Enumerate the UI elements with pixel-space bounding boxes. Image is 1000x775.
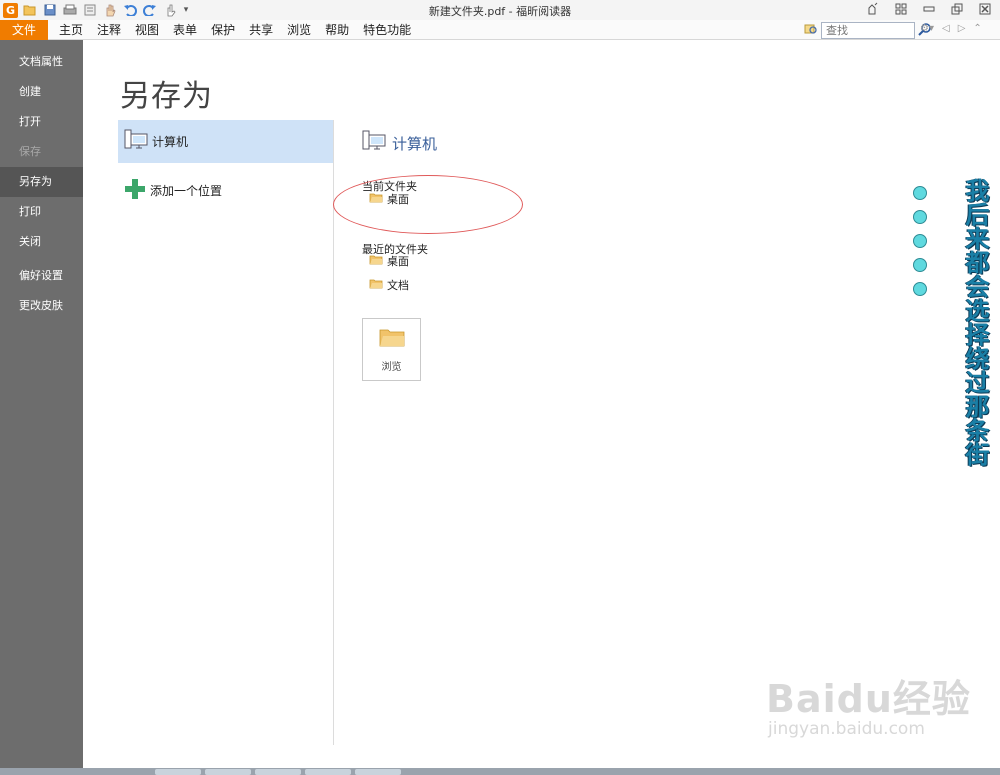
taskbar-button[interactable]: [305, 769, 351, 775]
baidu-watermark: Baidu经验 jingyan.baidu.com: [766, 668, 996, 739]
places-panel: 计算机 添加一个位置: [118, 120, 334, 745]
recent-folder-desktop[interactable]: 桌面: [362, 249, 409, 273]
sidebar-item-skin[interactable]: 更改皮肤: [0, 291, 83, 321]
minimize-icon[interactable]: [920, 1, 938, 17]
taskbar-button[interactable]: [355, 769, 401, 775]
add-place-button[interactable]: 添加一个位置: [118, 169, 333, 212]
recent-folder-name: 桌面: [387, 255, 409, 268]
computer-header-label: 计算机: [392, 134, 438, 153]
window-controls: [864, 1, 994, 17]
recent-folder-documents[interactable]: 文档: [362, 273, 409, 297]
taskbar-button[interactable]: [255, 769, 301, 775]
menu-home[interactable]: 主页: [52, 20, 90, 40]
watermark-main: Baidu经验: [766, 677, 971, 721]
window-title: 新建文件夹.pdf - 福昕阅读器: [428, 5, 572, 18]
recent-folders-list: 桌面 文档: [362, 249, 409, 297]
settings-dropdown-icon[interactable]: ⚙▾: [920, 23, 934, 34]
computer-icon: [124, 129, 148, 154]
find-options-icon[interactable]: [804, 21, 818, 40]
browse-label: 浏览: [381, 361, 402, 373]
title-bar: G ▾ 新建文件夹.pdf - 福昕阅读器: [0, 0, 1000, 20]
folders-panel: 计算机 当前文件夹 桌面 最近的文件夹 桌面 文档 浏览: [362, 128, 882, 381]
recent-folder-name: 文档: [387, 279, 409, 292]
next-icon[interactable]: ▷: [958, 23, 966, 34]
menu-form[interactable]: 表单: [166, 20, 204, 40]
computer-icon: [362, 130, 386, 156]
sidebar-item-open[interactable]: 打开: [0, 107, 83, 137]
prev-icon[interactable]: ◁: [942, 23, 950, 34]
nav-arrows: ⚙▾ ◁ ▷ ⌃: [920, 23, 982, 34]
taskbar: [0, 768, 1000, 775]
browse-button[interactable]: 浏览: [362, 318, 421, 381]
overlay-vertical-text: 我后来都会选择绕过那条街: [961, 178, 989, 466]
menu-view[interactable]: 视图: [128, 20, 166, 40]
folder-icon: [369, 278, 383, 292]
place-computer[interactable]: 计算机: [118, 120, 333, 163]
sidebar-item-create[interactable]: 创建: [0, 77, 83, 107]
menu-features[interactable]: 特色功能: [356, 20, 418, 40]
sidebar-item-save-as[interactable]: 另存为: [0, 167, 83, 197]
restore-icon[interactable]: [948, 1, 966, 17]
sidebar-item-save: 保存: [19, 145, 41, 158]
menu-comment[interactable]: 注释: [90, 20, 128, 40]
menu-browse[interactable]: 浏览: [280, 20, 318, 40]
dot: [913, 186, 927, 200]
menu-share[interactable]: 共享: [242, 20, 280, 40]
sidebar-item-close[interactable]: 关闭: [0, 227, 83, 257]
expand-icon[interactable]: ⌃: [973, 23, 981, 34]
search-input[interactable]: [821, 22, 915, 39]
dot: [913, 234, 927, 248]
dot: [913, 258, 927, 272]
folder-icon: [379, 327, 405, 350]
dot: [913, 282, 927, 296]
computer-header: 计算机: [362, 128, 882, 158]
page-title: 另存为: [120, 79, 213, 114]
taskbar-button[interactable]: [205, 769, 251, 775]
backstage-sidebar: 文档属性 创建 打开 保存 另存为 打印 关闭 偏好设置 更改皮肤: [0, 40, 83, 770]
menu-file[interactable]: 文件: [0, 20, 48, 40]
menu-tabs: 主页 注释 视图 表单 保护 共享 浏览 帮助 特色功能: [52, 20, 418, 40]
search-area: [804, 21, 932, 40]
sidebar-item-preferences[interactable]: 偏好设置: [0, 261, 83, 291]
menu-help[interactable]: 帮助: [318, 20, 356, 40]
add-place-label: 添加一个位置: [150, 184, 223, 198]
plus-icon: [124, 178, 146, 203]
sidebar-item-properties[interactable]: 文档属性: [0, 47, 83, 77]
help-pin-icon[interactable]: [864, 1, 882, 17]
sidebar-item-print[interactable]: 打印: [0, 197, 83, 227]
decorative-dots: [913, 186, 927, 296]
layout-icon[interactable]: [892, 1, 910, 17]
place-computer-label: 计算机: [152, 135, 189, 149]
menu-protect[interactable]: 保护: [204, 20, 242, 40]
close-icon[interactable]: [976, 1, 994, 17]
dot: [913, 210, 927, 224]
taskbar-button[interactable]: [155, 769, 201, 775]
menu-bar: 文件 主页 注释 视图 表单 保护 共享 浏览 帮助 特色功能 ⚙▾ ◁ ▷ ⌃: [0, 20, 1000, 40]
folder-icon: [369, 254, 383, 268]
annotation-ellipse: [333, 175, 523, 234]
